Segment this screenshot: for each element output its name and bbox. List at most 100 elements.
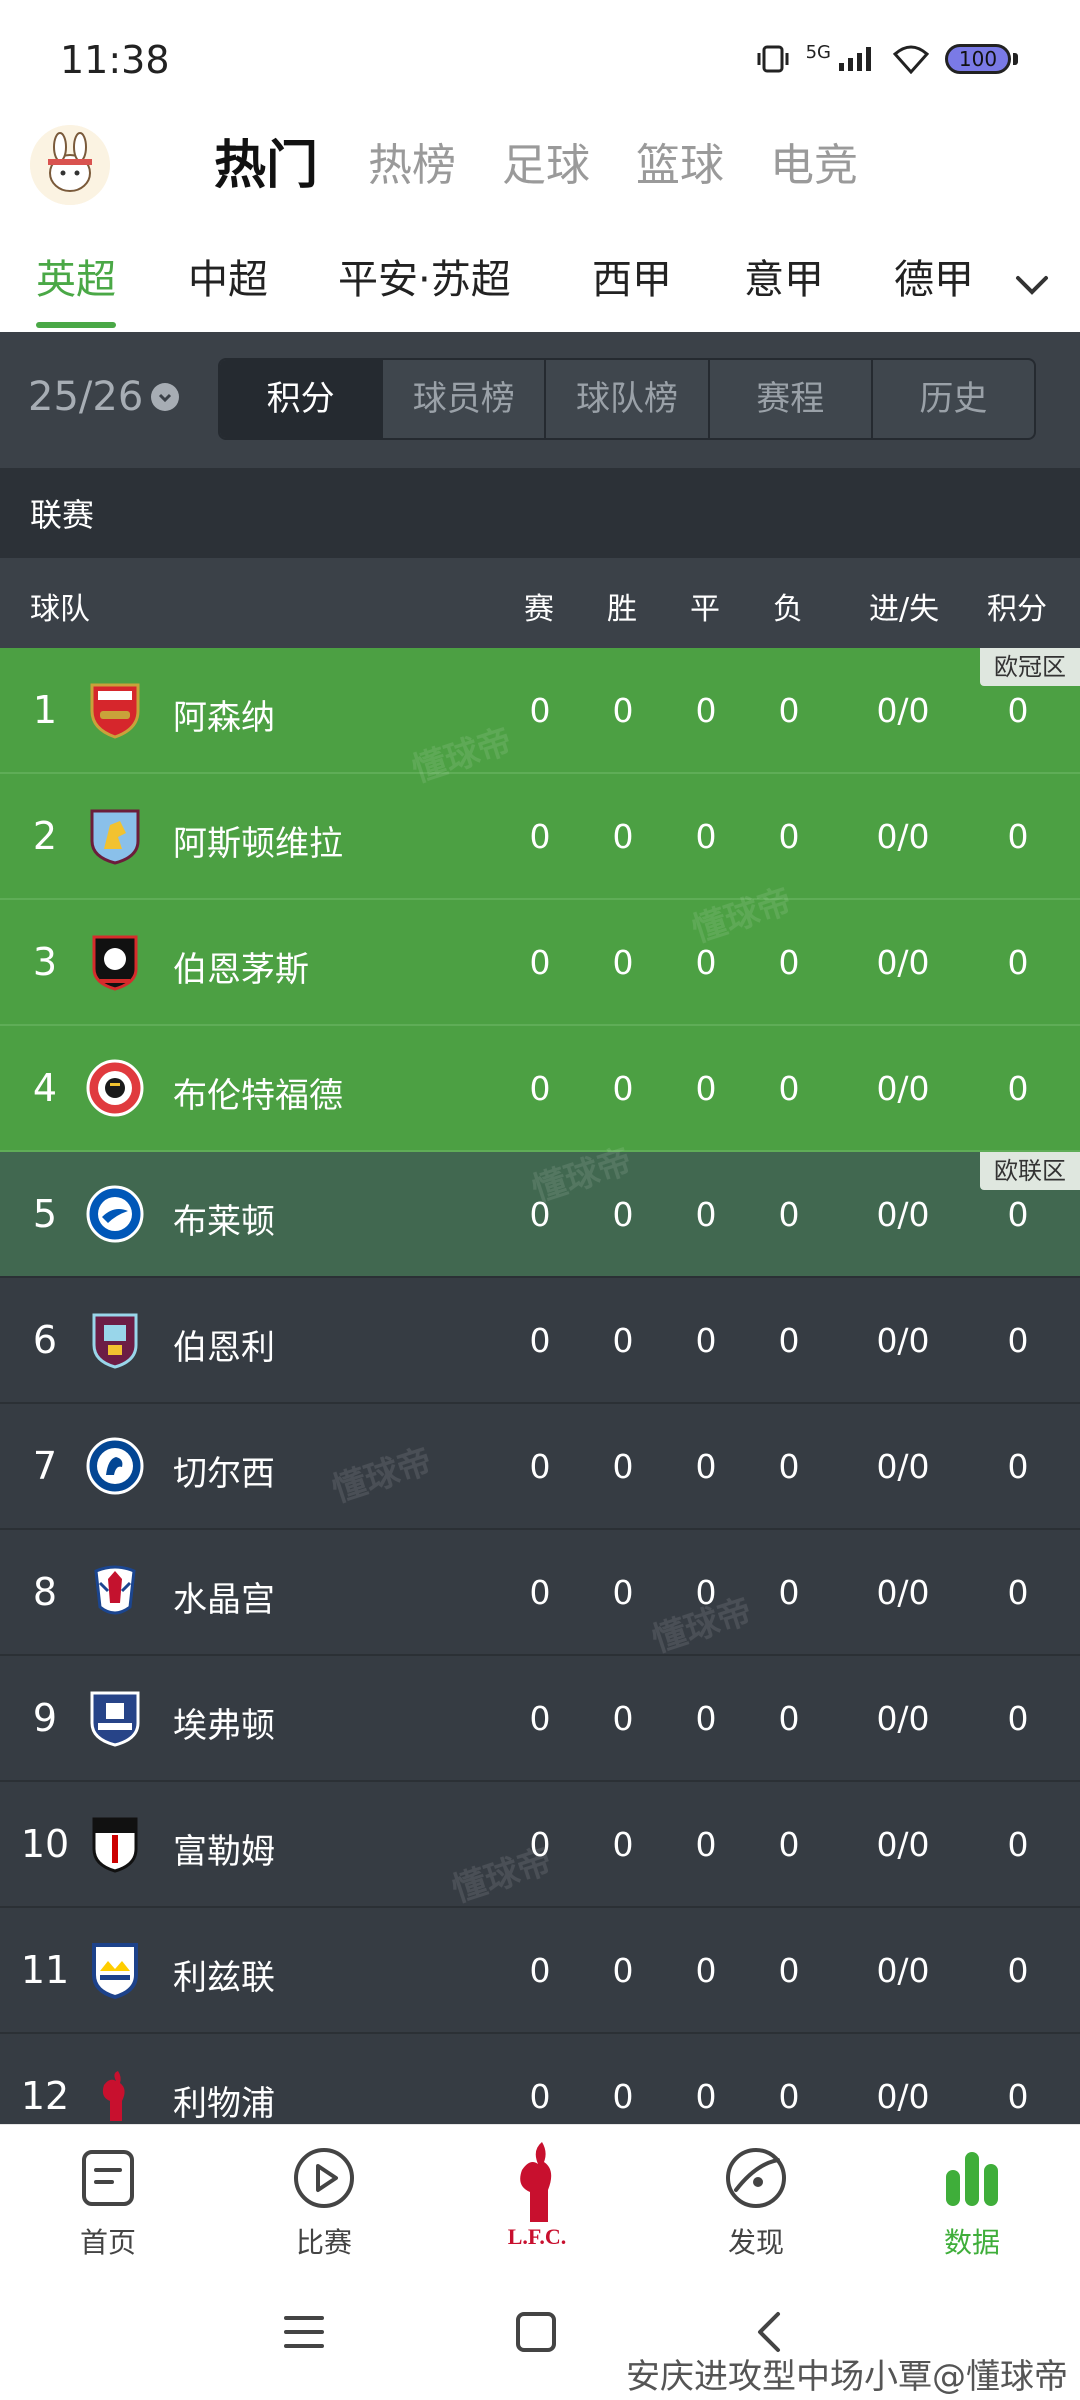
top-tab-trending[interactable]: 热榜 [368,136,456,196]
menu-icon[interactable] [282,2310,326,2354]
tab-history[interactable]: 历史 [870,360,1034,438]
goals-value: 0/0 [876,1069,930,1108]
table-row[interactable]: 10 富勒姆 0 0 0 0 0/0 0 [0,1782,1080,1908]
home-square-icon[interactable] [514,2310,558,2354]
fulham-crest-icon [92,1817,138,1873]
col-points: 积分 [987,592,1047,627]
data-bars-icon [946,2152,998,2206]
drawn-value: 0 [695,1573,717,1612]
back-icon[interactable] [748,2310,792,2354]
nav-home[interactable]: 首页 [38,2141,178,2261]
team-name: 伯恩茅斯 [173,950,309,990]
nav-team-logo[interactable]: L.F.C. [467,2133,607,2253]
table-row[interactable]: 8 水晶宫 0 0 0 0 0/0 0 [0,1530,1080,1656]
goals-value: 0/0 [876,1825,930,1864]
team-name: 阿斯顿维拉 [173,824,343,864]
season-label: 25/26 [28,374,144,420]
points-value: 0 [1007,1447,1029,1486]
table-row[interactable]: 11 利兹联 0 0 0 0 0/0 0 [0,1908,1080,2034]
brentford-crest-icon [86,1059,144,1117]
segment-tabs: 积分 球员榜 球队榜 赛程 历史 [218,358,1036,440]
season-selector[interactable]: 25/26 [28,374,180,420]
wifi-icon [893,45,929,74]
section-label: 联赛 [0,468,1080,558]
tab-schedule[interactable]: 赛程 [707,360,871,438]
chelsea-crest-icon [86,1437,144,1495]
table-row[interactable]: 4 布伦特福德 0 0 0 0 0/0 0 [0,1026,1080,1152]
drawn-value: 0 [695,1321,717,1360]
battery-level: 100 [958,47,998,71]
points-value: 0 [1007,2077,1029,2116]
drawn-value: 0 [695,943,717,982]
league-tab-jiangsu[interactable]: 平安·苏超 [338,254,511,306]
played-value: 0 [529,1195,551,1234]
nav-discover[interactable]: 发现 [686,2141,826,2261]
brighton-crest-icon [86,1185,144,1243]
top-tab-football[interactable]: 足球 [502,136,590,196]
tab-team-rankings[interactable]: 球队榜 [544,360,707,438]
league-tab-csl[interactable]: 中超 [188,254,268,306]
team-name: 布伦特福德 [173,1076,343,1116]
goals-value: 0/0 [876,1573,930,1612]
team-name: 阿森纳 [173,698,275,738]
table-row[interactable]: 1 阿森纳 0 0 0 0 0/0 0 欧冠区 [0,648,1080,774]
avatar[interactable] [30,125,110,205]
drawn-value: 0 [695,1069,717,1108]
team-name: 切尔西 [173,1454,275,1494]
played-value: 0 [529,1069,551,1108]
drawn-value: 0 [695,1195,717,1234]
table-row[interactable]: 2 阿斯顿维拉 0 0 0 0 0/0 0 [0,774,1080,900]
goals-value: 0/0 [876,1195,930,1234]
rank: 9 [32,1696,58,1740]
nav-data-label: 数据 [943,2226,1000,2259]
goals-value: 0/0 [876,1951,930,1990]
battery-icon: 100 [945,44,1011,74]
lost-value: 0 [778,1321,800,1360]
table-row[interactable]: 6 伯恩利 0 0 0 0 0/0 0 [0,1278,1080,1404]
rank: 10 [20,1822,70,1866]
goals-value: 0/0 [876,2077,930,2116]
top-tab-esports[interactable]: 电竞 [770,136,858,196]
league-tab-seriea[interactable]: 意甲 [744,254,824,306]
table-row[interactable]: 3 伯恩茅斯 0 0 0 0 0/0 0 [0,900,1080,1026]
team-name: 伯恩利 [173,1328,275,1368]
team-name: 富勒姆 [173,1832,275,1872]
drawn-value: 0 [695,817,717,856]
col-drawn: 平 [690,592,720,627]
tab-player-rankings[interactable]: 球员榜 [381,360,544,438]
home-doc-icon [82,2150,134,2206]
tab-standings[interactable]: 积分 [220,360,382,438]
lost-value: 0 [778,1699,800,1738]
drawn-value: 0 [695,2077,717,2116]
top-tabs: 热门 热榜 足球 篮球 电竞 [214,136,904,196]
chevron-down-circle-icon [151,383,180,411]
won-value: 0 [612,1321,634,1360]
table-row[interactable]: 5 布莱顿 0 0 0 0 0/0 0 欧联区 [0,1152,1080,1278]
table-row[interactable]: 12 利物浦 0 0 0 0 0/0 0 [0,2034,1080,2124]
chevron-down-icon[interactable] [1012,264,1052,304]
top-tab-hot[interactable]: 热门 [214,136,318,196]
league-tab-laliga[interactable]: 西甲 [592,254,672,306]
drawn-value: 0 [695,1699,717,1738]
won-value: 0 [612,1699,634,1738]
drawn-value: 0 [695,1447,717,1486]
active-tab-underline [36,322,116,328]
team-name: 利兹联 [173,1958,275,1998]
leeds-crest-icon [92,1943,138,1999]
caption-watermark: 安庆进攻型中场小覃@懂球帝 [626,2357,1068,2397]
col-goals: 进/失 [869,592,940,627]
table-row[interactable]: 7 切尔西 0 0 0 0 0/0 0 [0,1404,1080,1530]
nav-matches[interactable]: 比赛 [254,2141,394,2261]
goals-value: 0/0 [876,1321,930,1360]
discover-icon [726,2148,786,2208]
league-tab-epl[interactable]: 英超 [36,254,116,306]
table-row[interactable]: 9 埃弗顿 0 0 0 0 0/0 0 [0,1656,1080,1782]
top-tab-basketball[interactable]: 篮球 [636,136,724,196]
nav-data[interactable]: 数据 [902,2141,1042,2261]
rank: 5 [32,1192,58,1236]
lost-value: 0 [778,943,800,982]
rank: 3 [32,940,58,984]
league-tab-bundesliga[interactable]: 德甲 [894,254,974,306]
rank: 6 [32,1318,58,1362]
vibrate-icon [757,45,789,73]
